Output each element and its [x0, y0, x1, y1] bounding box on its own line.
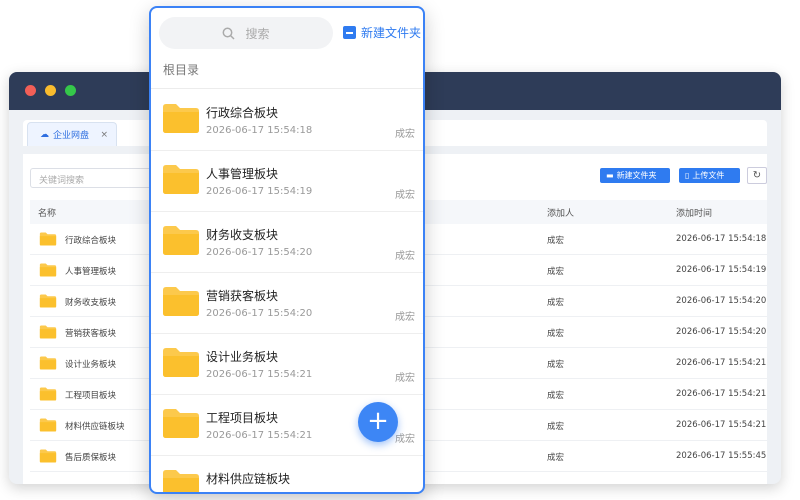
folder-icon: [162, 286, 200, 317]
item-adder: 成宏: [395, 190, 415, 201]
row-time: 2026-06-17 15:54:21: [676, 358, 767, 368]
maximize-window-button[interactable]: [65, 85, 76, 96]
mobile-search-input[interactable]: 搜索: [159, 17, 333, 49]
refresh-icon: ↻: [752, 170, 762, 181]
row-time: 2026-06-17 15:54:21: [676, 389, 767, 399]
folder-icon: [39, 325, 57, 339]
folder-icon: [39, 263, 57, 277]
upload-label: 上传文件: [692, 171, 725, 180]
item-adder: 成宏: [395, 373, 415, 384]
item-time: 2026-06-17 15:54:18: [206, 125, 313, 136]
item-time: 2026-06-17 15:54:21: [206, 491, 312, 492]
new-folder-icon: [343, 26, 356, 39]
list-item[interactable]: 财务收支板块 2026-06-17 15:54:20 成宏: [151, 212, 423, 273]
tab-enterprise-drive[interactable]: ☁ 企业网盘 ×: [27, 122, 117, 146]
row-time: 2026-06-17 15:54:20: [676, 296, 767, 306]
folder-icon: [162, 347, 200, 378]
item-adder: 成宏: [395, 251, 415, 262]
folder-icon: [39, 449, 57, 463]
mobile-new-folder-label: 新建文件夹: [361, 26, 422, 40]
folder-icon: ▬: [606, 171, 614, 180]
row-name[interactable]: 营销获客板块: [65, 327, 116, 339]
new-folder-label: 新建文件夹: [616, 171, 657, 180]
tab-close-icon[interactable]: ×: [100, 130, 108, 140]
list-item[interactable]: 人事管理板块 2026-06-17 15:54:19 成宏: [151, 151, 423, 212]
item-time: 2026-06-17 15:54:21: [206, 369, 313, 380]
folder-icon: [39, 418, 57, 432]
folder-icon: [39, 232, 57, 246]
folder-icon: [162, 225, 200, 256]
item-time: 2026-06-17 15:54:20: [206, 247, 313, 258]
item-time: 2026-06-17 15:54:21: [206, 430, 313, 441]
column-header-adder[interactable]: 添加人: [547, 206, 574, 219]
keyword-search-input[interactable]: 关键词搜索: [30, 168, 162, 188]
new-folder-button[interactable]: ▬ 新建文件夹: [600, 168, 670, 183]
row-name[interactable]: 工程项目板块: [65, 389, 116, 401]
row-name[interactable]: 材料供应链板块: [65, 420, 125, 432]
folder-icon: [162, 408, 200, 439]
folder-icon: [39, 294, 57, 308]
folder-icon: [162, 103, 200, 134]
refresh-button[interactable]: ↻: [747, 167, 767, 184]
row-adder: 成宏: [547, 298, 565, 308]
row-name[interactable]: 售后质保板块: [65, 451, 116, 463]
item-adder: 成宏: [395, 312, 415, 323]
column-header-time[interactable]: 添加时间: [676, 206, 712, 219]
item-name: 设计业务板块: [206, 350, 279, 364]
row-adder: 成宏: [547, 360, 565, 370]
close-window-button[interactable]: [25, 85, 36, 96]
list-item[interactable]: 材料供应链板块 2026-06-17 15:54:21 成宏: [151, 456, 423, 492]
cloud-icon: ☁: [40, 129, 49, 140]
list-item[interactable]: 行政综合板块 2026-06-17 15:54:18 成宏: [151, 90, 423, 151]
folder-icon: [39, 387, 57, 401]
row-time: 2026-06-17 15:54:21: [676, 420, 767, 430]
item-name: 人事管理板块: [206, 167, 279, 181]
row-name[interactable]: 财务收支板块: [65, 296, 116, 308]
row-adder: 成宏: [547, 453, 565, 463]
row-name[interactable]: 人事管理板块: [65, 265, 116, 277]
row-adder: 成宏: [547, 267, 565, 277]
item-time: 2026-06-17 15:54:20: [206, 308, 313, 319]
row-adder: 成宏: [547, 422, 565, 432]
minimize-window-button[interactable]: [45, 85, 56, 96]
add-fab-button[interactable]: +: [358, 402, 398, 442]
item-adder: 成宏: [395, 129, 415, 140]
row-adder: 成宏: [547, 236, 565, 246]
tab-label: 企业网盘: [53, 131, 90, 141]
column-header-name[interactable]: 名称: [38, 206, 56, 219]
row-time: 2026-06-17 15:55:45: [676, 451, 767, 461]
item-time: 2026-06-17 15:54:19: [206, 186, 313, 197]
row-name[interactable]: 设计业务板块: [65, 358, 116, 370]
file-icon: ▯: [685, 171, 690, 180]
mobile-file-panel: 搜索 新建文件夹 根目录 行政综合板块 2026-06-17 15:54:18 成宏…: [149, 6, 425, 494]
row-name[interactable]: 行政综合板块: [65, 234, 116, 246]
search-icon: [223, 27, 236, 40]
folder-icon: [39, 356, 57, 370]
item-name: 财务收支板块: [206, 228, 279, 242]
row-adder: 成宏: [547, 391, 565, 401]
item-name: 营销获客板块: [206, 289, 279, 303]
folder-icon: [162, 469, 200, 492]
item-name: 材料供应链板块: [206, 472, 291, 486]
item-name: 工程项目板块: [206, 411, 279, 425]
mobile-search-placeholder: 搜索: [245, 26, 270, 41]
list-item[interactable]: 设计业务板块 2026-06-17 15:54:21 成宏: [151, 334, 423, 395]
row-time: 2026-06-17 15:54:19: [676, 265, 767, 275]
item-adder: 成宏: [395, 491, 415, 492]
divider: [151, 88, 423, 89]
row-time: 2026-06-17 15:54:20: [676, 327, 767, 337]
list-item[interactable]: 营销获客板块 2026-06-17 15:54:20 成宏: [151, 273, 423, 334]
breadcrumb[interactable]: 根目录: [163, 61, 199, 78]
folder-icon: [162, 164, 200, 195]
upload-file-button[interactable]: ▯ 上传文件: [679, 168, 740, 183]
row-time: 2026-06-17 15:54:18: [676, 234, 767, 244]
item-name: 行政综合板块: [206, 106, 279, 120]
item-adder: 成宏: [395, 434, 415, 445]
row-adder: 成宏: [547, 329, 565, 339]
mobile-new-folder-button[interactable]: 新建文件夹: [343, 24, 421, 41]
